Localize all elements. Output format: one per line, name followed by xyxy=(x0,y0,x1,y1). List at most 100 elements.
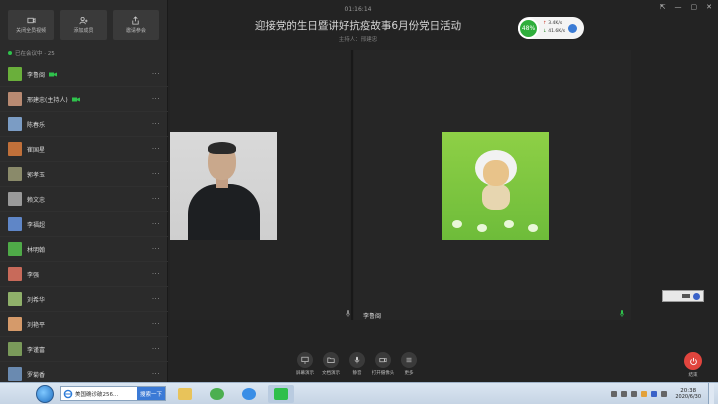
add-user-icon xyxy=(79,16,88,25)
more-button[interactable]: 更多 xyxy=(400,352,418,376)
close-button[interactable]: ✕ xyxy=(706,3,712,11)
participant-list: 李鲁闽 ··· 邢建忠(主持人) ··· 陈春乐 ··· 崔国星 ··· 郭孝玉 ··· 赖文忠 ··… xyxy=(0,62,168,387)
more-options-icon[interactable]: ··· xyxy=(152,95,160,103)
mic-active-icon xyxy=(620,310,624,317)
network-widget[interactable]: 48% ↑ 3.4K/s ↓ 41.6K/s xyxy=(518,17,584,39)
participant-row[interactable]: 崔国星 ··· xyxy=(0,137,168,162)
camera-label: 打开摄像头 xyxy=(371,371,395,376)
show-desktop-button[interactable] xyxy=(708,383,714,404)
tray-status-icon[interactable] xyxy=(661,391,668,397)
taskbar-explorer-app[interactable] xyxy=(172,385,198,403)
taskbar-search-text[interactable]: 美国确诊破256... xyxy=(75,390,137,398)
tray-expand-icon[interactable] xyxy=(611,391,618,397)
screen-share-label: 屏幕演示 xyxy=(296,371,314,376)
participant-name: 李谨富 xyxy=(27,346,46,354)
download-arrow-icon: ↓ xyxy=(543,29,547,34)
end-meeting-label: 结束 xyxy=(688,373,698,378)
participant-sidebar: 关闭全员视频 添加成员 邀请参会 已在会议中 · 25 李鲁闽 ··· 邢建忠(主持… xyxy=(0,0,168,387)
more-options-icon[interactable]: ··· xyxy=(152,120,160,128)
invite-button[interactable]: 邀请参会 xyxy=(112,10,159,40)
participant-name: 郭孝玉 xyxy=(27,171,46,179)
camera-button[interactable]: 打开摄像头 xyxy=(371,352,395,376)
start-button[interactable] xyxy=(36,385,54,403)
avatar xyxy=(8,217,22,231)
taskbar-chat-app[interactable] xyxy=(268,385,294,403)
more-options-icon[interactable]: ··· xyxy=(152,170,160,178)
add-member-button[interactable]: 添加成员 xyxy=(60,10,107,40)
meeting-host: 主持人：邢建忠 xyxy=(338,37,378,43)
meeting-count: 已在会议中 · 25 xyxy=(0,46,167,60)
participant-name: 刘艳平 xyxy=(27,321,46,329)
more-options-icon[interactable]: ··· xyxy=(152,295,160,303)
volume-icon[interactable] xyxy=(631,391,638,397)
participant-row[interactable]: 李强 ··· xyxy=(0,262,168,287)
end-meeting-button[interactable] xyxy=(684,352,702,370)
photo-body xyxy=(188,184,260,240)
participant-row[interactable]: 李谨富 ··· xyxy=(0,337,168,362)
mute-icon-wrap xyxy=(349,352,365,368)
taskbar-search-app[interactable] xyxy=(236,385,262,403)
invite-label: 邀请参会 xyxy=(125,28,146,34)
more-options-icon[interactable]: ··· xyxy=(152,345,160,353)
participant-row[interactable]: 邢建忠(主持人) ··· xyxy=(0,87,168,112)
screen-share-icon-wrap xyxy=(297,352,313,368)
ie-icon xyxy=(63,389,73,398)
participant-name: 罗菊香 xyxy=(27,371,46,379)
participant-row[interactable]: 赖文忠 ··· xyxy=(0,187,168,212)
cartoon-face xyxy=(483,160,509,186)
network-speed-icon[interactable] xyxy=(568,23,578,33)
cartoon-flower xyxy=(452,220,462,228)
help-icon[interactable] xyxy=(693,292,700,300)
avatar xyxy=(8,342,22,356)
power-icon xyxy=(689,357,697,365)
participant-name: 刘希华 xyxy=(27,296,46,304)
input-method-icon[interactable] xyxy=(641,391,648,397)
meeting-timer: 01:16:14 xyxy=(344,6,372,13)
refresh-icon xyxy=(210,388,224,400)
participant-name: 林明翰 xyxy=(27,246,46,254)
participant-row[interactable]: 李福超 ··· xyxy=(0,212,168,237)
participant-row[interactable]: 刘希华 ··· xyxy=(0,287,168,312)
more-options-icon[interactable]: ··· xyxy=(152,320,160,328)
meeting-header: 01:16:14 迎接党的生日暨讲好抗疫故事6月份党日活动 主持人：邢建忠 ⇱ … xyxy=(168,0,718,48)
more-icon-wrap xyxy=(401,352,417,368)
screen-share-button[interactable]: 屏幕演示 xyxy=(296,352,314,376)
chat-icon xyxy=(274,388,288,400)
participant-row[interactable]: 林明翰 ··· xyxy=(0,237,168,262)
more-options-icon[interactable]: ··· xyxy=(152,270,160,278)
participant-name: 李福超 xyxy=(27,221,46,229)
mute-all-video-button[interactable]: 关闭全员视频 xyxy=(8,10,55,40)
taskbar-search-button[interactable]: 搜索一下 xyxy=(136,387,165,400)
taskbar-refresh-app[interactable] xyxy=(204,385,230,403)
participant-row[interactable]: 陈春乐 ··· xyxy=(0,112,168,137)
participant-avatar-cartoon xyxy=(442,132,549,240)
more-label: 更多 xyxy=(404,371,414,376)
folder-icon xyxy=(327,357,335,363)
tile-name-right: 李鲁闽 xyxy=(363,313,382,320)
more-options-icon[interactable]: ··· xyxy=(152,195,160,203)
minimize-button[interactable]: — xyxy=(675,3,682,11)
cartoon-flower xyxy=(528,224,538,232)
more-options-icon[interactable]: ··· xyxy=(152,145,160,153)
mute-button[interactable]: 静音 xyxy=(348,352,366,376)
more-options-icon[interactable]: ··· xyxy=(152,370,160,378)
more-options-icon[interactable]: ··· xyxy=(152,220,160,228)
cartoon-body xyxy=(482,184,510,210)
doc-share-button[interactable]: 文档演示 xyxy=(322,352,340,376)
pin-icon[interactable]: ⇱ xyxy=(660,3,666,11)
more-options-icon[interactable]: ··· xyxy=(152,70,160,78)
window-controls: ⇱ — ▢ ✕ xyxy=(660,3,712,11)
system-clock[interactable]: 20:38 2020/6/30 xyxy=(675,388,701,400)
maximize-button[interactable]: ▢ xyxy=(691,3,698,11)
folder-icon xyxy=(178,388,192,400)
participant-name: 陈春乐 xyxy=(27,121,46,129)
tray-app-icon[interactable] xyxy=(651,391,658,397)
more-options-icon[interactable]: ··· xyxy=(152,245,160,253)
layout-control[interactable] xyxy=(662,290,704,302)
participant-row[interactable]: 郭孝玉 ··· xyxy=(0,162,168,187)
participant-row[interactable]: 刘艳平 ··· xyxy=(0,312,168,337)
network-icon[interactable] xyxy=(621,391,628,397)
participant-row[interactable]: 李鲁闽 ··· xyxy=(0,62,168,87)
upload-arrow-icon: ↑ xyxy=(543,21,547,26)
taskbar-search[interactable]: 美国确诊破256... 搜索一下 xyxy=(60,386,166,401)
